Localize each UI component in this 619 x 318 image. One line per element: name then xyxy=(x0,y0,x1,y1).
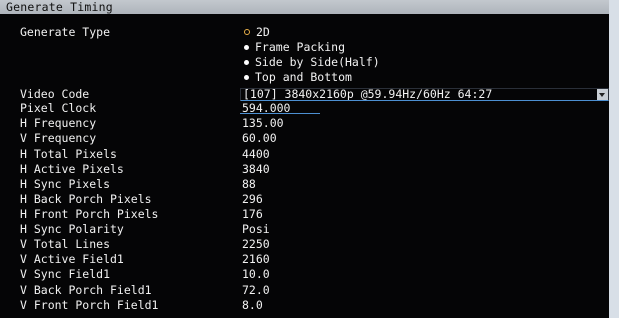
field-label: V Active Field1 xyxy=(20,252,124,266)
radio-side-by-side-half[interactable]: Side by Side(Half) xyxy=(244,56,380,68)
radio-label: 2D xyxy=(256,25,270,39)
radio-label: Frame Packing xyxy=(255,40,346,54)
radio-unselected-icon xyxy=(244,60,249,65)
window-titlebar: Generate Timing xyxy=(0,0,619,14)
field-label: H Back Porch Pixels xyxy=(20,192,152,206)
field-value[interactable]: 4400 xyxy=(242,148,270,160)
generate-timing-panel: Generate Timing Generate Type 2D Frame P… xyxy=(0,0,619,318)
field-value[interactable]: 2250 xyxy=(242,238,270,250)
radio-unselected-icon xyxy=(244,45,249,50)
field-value[interactable]: 72.0 xyxy=(242,284,270,296)
radio-label: Top and Bottom xyxy=(255,70,352,84)
field-label: H Active Pixels xyxy=(20,162,124,176)
field-value[interactable]: 296 xyxy=(242,193,263,205)
field-value[interactable]: 10.0 xyxy=(242,268,270,280)
field-label: V Front Porch Field1 xyxy=(20,298,159,312)
pixel-clock-underline xyxy=(240,101,320,114)
field-value[interactable]: 135.00 xyxy=(242,117,284,129)
field-label: H Front Porch Pixels xyxy=(20,207,159,221)
field-value[interactable]: 8.0 xyxy=(242,299,263,311)
field-value[interactable]: 88 xyxy=(242,178,256,190)
chevron-down-icon[interactable] xyxy=(597,89,608,100)
field-label: V Back Porch Field1 xyxy=(20,283,152,297)
field-label: H Total Pixels xyxy=(20,147,117,161)
field-value[interactable]: 60.00 xyxy=(242,132,277,144)
generate-type-label: Generate Type xyxy=(20,25,111,39)
field-label: H Sync Pixels xyxy=(20,177,111,191)
radio-top-and-bottom[interactable]: Top and Bottom xyxy=(244,71,352,83)
video-code-label: Video Code xyxy=(20,87,90,101)
radio-unselected-icon xyxy=(244,75,249,80)
radio-2d[interactable]: 2D xyxy=(244,26,270,38)
video-code-value: [107] 3840x2160p @59.94Hz/60Hz 64:27 xyxy=(243,88,493,101)
pixel-clock-label: Pixel Clock xyxy=(20,101,97,115)
field-value[interactable]: 176 xyxy=(242,208,263,220)
field-label: V Sync Field1 xyxy=(20,267,111,281)
video-code-select[interactable]: [107] 3840x2160p @59.94Hz/60Hz 64:27 xyxy=(240,88,609,101)
field-label: H Sync Polarity xyxy=(20,222,124,236)
field-value[interactable]: Posi xyxy=(242,223,270,235)
field-label: V Frequency xyxy=(20,131,97,145)
radio-frame-packing[interactable]: Frame Packing xyxy=(244,41,345,53)
field-label: H Frequency xyxy=(20,116,97,130)
field-value[interactable]: 3840 xyxy=(242,163,270,175)
screen-bezel xyxy=(609,0,619,318)
window-title: Generate Timing xyxy=(6,0,113,14)
radio-label: Side by Side(Half) xyxy=(255,55,380,69)
radio-selected-icon xyxy=(244,29,250,35)
field-label: V Total Lines xyxy=(20,237,111,251)
field-value[interactable]: 2160 xyxy=(242,253,270,265)
